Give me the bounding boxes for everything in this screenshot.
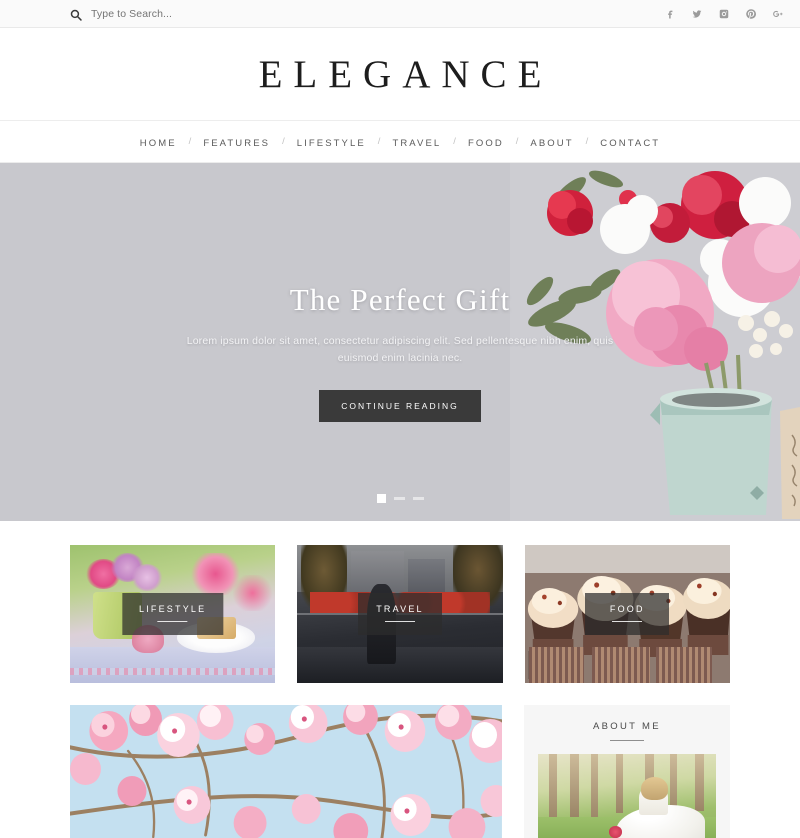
- card-label-text: FOOD: [609, 604, 645, 614]
- nav-link-home[interactable]: HOME: [138, 138, 179, 149]
- nav-item-food[interactable]: FOOD: [466, 133, 506, 151]
- nav-item-about[interactable]: ABOUT: [528, 133, 575, 151]
- instagram-icon[interactable]: [717, 7, 730, 20]
- nav-separator: /: [515, 136, 519, 147]
- continue-reading-button[interactable]: CONTINUE READING: [319, 389, 481, 422]
- category-card-travel[interactable]: TRAVEL: [297, 545, 503, 683]
- about-me-widget: ABOUT ME: [523, 705, 730, 838]
- feature-row: ABOUT ME: [70, 705, 730, 838]
- social-links: [663, 7, 784, 20]
- nav-item-lifestyle[interactable]: LIFESTYLE: [295, 133, 368, 151]
- site-title: ELEGANCE: [258, 52, 553, 96]
- nav-item-travel[interactable]: TRAVEL: [390, 133, 443, 151]
- nav-link-contact[interactable]: CONTACT: [598, 138, 662, 149]
- hero-title: The Perfect Gift: [289, 282, 511, 317]
- googleplus-icon[interactable]: [771, 7, 784, 20]
- nav-item-features[interactable]: FEATURES: [201, 133, 272, 151]
- slider-dot-2[interactable]: [393, 497, 405, 500]
- label-underline: [384, 621, 415, 622]
- category-card-row: LIFESTYLE TRAVEL FOOD: [70, 545, 730, 683]
- card-label-food: FOOD: [585, 593, 670, 635]
- label-underline: [612, 621, 643, 622]
- card-label-lifestyle: LIFESTYLE: [121, 593, 224, 635]
- nav-separator: /: [453, 136, 456, 147]
- nav-item-contact[interactable]: CONTACT: [598, 133, 662, 151]
- cherry-blossom-photo: [70, 705, 502, 838]
- slider-dot-3[interactable]: [412, 497, 424, 500]
- about-me-title: ABOUT ME: [593, 721, 661, 732]
- facebook-icon[interactable]: [663, 7, 676, 20]
- about-me-photo: [537, 754, 716, 838]
- page-root: ELEGANCE HOME / FEATURES / LIFESTYLE / T…: [0, 0, 800, 838]
- nav-separator: /: [188, 136, 192, 147]
- card-label-text: TRAVEL: [376, 604, 424, 614]
- category-card-lifestyle[interactable]: LIFESTYLE: [70, 545, 276, 683]
- label-underline: [157, 621, 188, 622]
- slider-dot-1-active[interactable]: [376, 494, 386, 503]
- nav-item-home[interactable]: HOME: [138, 133, 179, 151]
- nav-link-lifestyle[interactable]: LIFESTYLE: [295, 138, 368, 149]
- nav-link-travel[interactable]: TRAVEL: [390, 138, 443, 149]
- nav-link-food[interactable]: FOOD: [466, 138, 506, 149]
- about-underline: [609, 740, 644, 741]
- nav-list: HOME / FEATURES / LIFESTYLE / TRAVEL / F…: [138, 133, 662, 151]
- nav-separator: /: [282, 136, 285, 147]
- search-box[interactable]: [70, 7, 311, 21]
- hero-subtitle: Lorem ipsum dolor sit amet, consectetur …: [186, 335, 614, 365]
- twitter-icon[interactable]: [690, 7, 703, 20]
- brand-header: ELEGANCE: [0, 28, 800, 121]
- nav-link-about[interactable]: ABOUT: [528, 138, 575, 149]
- feature-card-cherry-blossom[interactable]: [70, 705, 502, 838]
- hero-slider: The Perfect Gift Lorem ipsum dolor sit a…: [0, 163, 800, 521]
- main-navigation: HOME / FEATURES / LIFESTYLE / TRAVEL / F…: [0, 121, 800, 163]
- content-area: LIFESTYLE TRAVEL FOOD ABOUT ME: [0, 521, 800, 838]
- card-label-travel: TRAVEL: [357, 593, 442, 635]
- top-bar: [0, 0, 800, 28]
- search-input[interactable]: [91, 7, 311, 20]
- nav-separator: /: [377, 136, 381, 147]
- card-label-text: LIFESTYLE: [138, 604, 207, 614]
- nav-separator: /: [585, 136, 589, 147]
- hero-content: The Perfect Gift Lorem ipsum dolor sit a…: [0, 282, 800, 422]
- slider-pagination: [0, 494, 800, 503]
- nav-link-features[interactable]: FEATURES: [201, 138, 272, 149]
- category-card-food[interactable]: FOOD: [524, 545, 730, 683]
- search-icon: [70, 8, 82, 21]
- pinterest-icon[interactable]: [744, 7, 757, 20]
